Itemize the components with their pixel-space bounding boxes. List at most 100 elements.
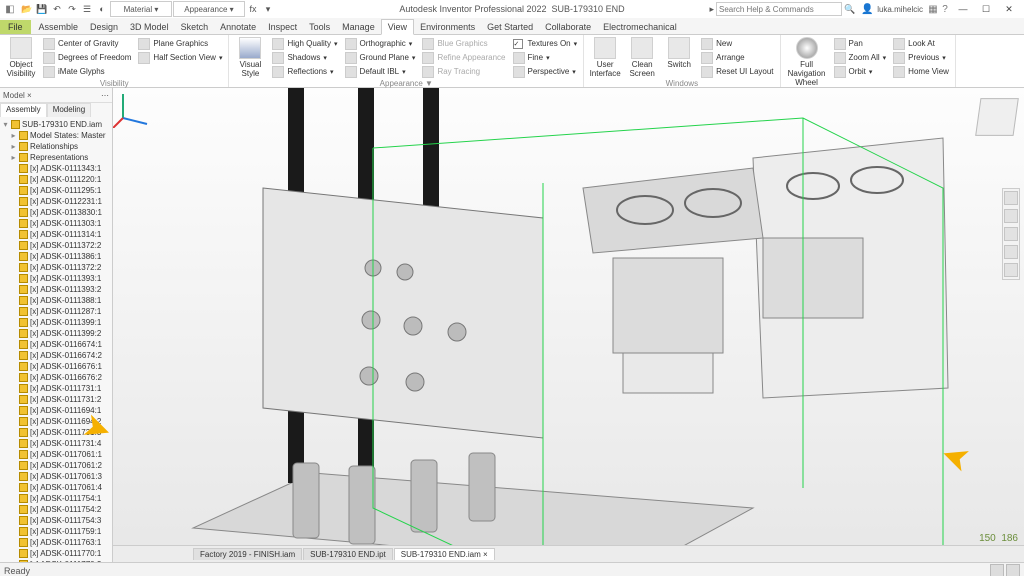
tree-node[interactable]: [x] ADSK-0111372:2 <box>2 262 110 273</box>
half-section-view-button[interactable]: Half Section View ▾ <box>136 51 224 64</box>
tab-view[interactable]: View <box>381 19 414 35</box>
center-of-gravity-toggle[interactable]: Center of Gravity <box>41 37 133 50</box>
browser-menu-icon[interactable]: ⋯ <box>101 91 109 100</box>
plane-graphics-toggle[interactable]: Plane Graphics <box>136 37 224 50</box>
full-navigation-wheel-button[interactable]: Full Navigation Wheel <box>785 37 829 87</box>
tree-node[interactable]: [x] ADSK-0111754:2 <box>2 504 110 515</box>
viewport[interactable]: ➤ ➤ 150 186 Factory 2019 - FINISH.iam SU… <box>113 88 1024 562</box>
tab-manage[interactable]: Manage <box>336 20 381 34</box>
tree-node[interactable]: ▾SUB-179310 END.iam <box>2 119 110 130</box>
nav-lookat-icon[interactable] <box>1004 263 1018 277</box>
degrees-of-freedom-toggle[interactable]: Degrees of Freedom <box>41 51 133 64</box>
doc-tab[interactable]: SUB-179310 END.ipt <box>303 548 393 560</box>
qat-open-icon[interactable]: 📂 <box>20 2 34 16</box>
tab-getstarted[interactable]: Get Started <box>481 20 539 34</box>
tree-node[interactable]: [x] ADSK-0111393:1 <box>2 273 110 284</box>
nav-wheel-icon[interactable] <box>1004 191 1018 205</box>
tree-node[interactable]: [x] ADSK-0116676:1 <box>2 361 110 372</box>
textures-on-dd[interactable]: Textures On ▾ <box>511 37 580 50</box>
tree-node[interactable]: [x] ADSK-0111287:1 <box>2 306 110 317</box>
previous-view-btn[interactable]: Previous ▾ <box>891 51 951 64</box>
high-quality-dd[interactable]: High Quality ▾ <box>270 37 339 50</box>
look-at-btn[interactable]: Look At <box>891 37 951 50</box>
view-cube[interactable] <box>974 94 1018 138</box>
fine-dd[interactable]: Fine ▾ <box>511 51 580 64</box>
tree-node[interactable]: [x] ADSK-0111770:1 <box>2 548 110 559</box>
tab-inspect[interactable]: Inspect <box>262 20 303 34</box>
shadows-dd[interactable]: Shadows ▾ <box>270 51 339 64</box>
doc-tab[interactable]: SUB-179310 END.iam × <box>394 548 495 560</box>
tree-node[interactable]: ▸Model States: Master <box>2 130 110 141</box>
orbit-btn[interactable]: Orbit ▾ <box>832 65 889 78</box>
reset-ui-layout-btn[interactable]: Reset UI Layout <box>699 65 775 78</box>
tab-collaborate[interactable]: Collaborate <box>539 20 597 34</box>
tree-node[interactable]: [x] ADSK-0111399:1 <box>2 317 110 328</box>
browser-tab-assembly[interactable]: Assembly <box>0 103 47 117</box>
imate-glyphs-toggle[interactable]: iMate Glyphs <box>41 65 133 78</box>
user-interface-button[interactable]: User Interface <box>588 37 622 78</box>
nav-pan-icon[interactable] <box>1004 209 1018 223</box>
object-visibility-button[interactable]: Object Visibility <box>4 37 38 78</box>
tree-node[interactable]: [x] ADSK-0111763:1 <box>2 537 110 548</box>
nav-zoom-icon[interactable] <box>1004 227 1018 241</box>
qat-material-icon[interactable]: ◐ <box>95 2 109 16</box>
minimize-button[interactable]: — <box>952 2 974 16</box>
tab-sketch[interactable]: Sketch <box>175 20 215 34</box>
qat-appearance-icon[interactable]: Appearance ▾ <box>173 1 245 17</box>
tab-environments[interactable]: Environments <box>414 20 481 34</box>
tree-node[interactable]: ▸Representations <box>2 152 110 163</box>
ray-tracing-btn[interactable]: Ray Tracing <box>420 65 507 78</box>
signin-icon[interactable]: 👤 <box>861 3 873 15</box>
tree-node[interactable]: [x] ADSK-0117061:1 <box>2 449 110 460</box>
new-window-btn[interactable]: New <box>699 37 775 50</box>
tree-node[interactable]: [x] ADSK-0116674:2 <box>2 350 110 361</box>
browser-tab-modeling[interactable]: Modeling <box>47 103 91 117</box>
tree-node[interactable]: [x] ADSK-0111386:1 <box>2 251 110 262</box>
ground-plane-dd[interactable]: Ground Plane ▾ <box>343 51 418 64</box>
tab-file[interactable]: File <box>0 20 31 34</box>
default-ibl-dd[interactable]: Default IBL ▾ <box>343 65 418 78</box>
switch-button[interactable]: Switch <box>662 37 696 69</box>
tab-electromechanical[interactable]: Electromechanical <box>597 20 683 34</box>
qat-select-icon[interactable]: ☰ <box>80 2 94 16</box>
tree-node[interactable]: [x] ADSK-0111770:2 <box>2 559 110 562</box>
tree-node[interactable]: [x] ADSK-0111303:1 <box>2 218 110 229</box>
qat-fx-icon[interactable]: fx <box>246 2 260 16</box>
clean-screen-button[interactable]: Clean Screen <box>625 37 659 78</box>
search-go-icon[interactable]: 🔍 <box>844 4 855 15</box>
close-button[interactable]: ✕ <box>998 2 1020 16</box>
perspective-dd[interactable]: Perspective ▾ <box>511 65 580 78</box>
app-switch-icon[interactable]: ▦ <box>927 3 939 15</box>
tab-annotate[interactable]: Annotate <box>214 20 262 34</box>
browser-header[interactable]: Model ×⋯ <box>0 88 112 103</box>
orthographic-dd[interactable]: Orthographic ▾ <box>343 37 418 50</box>
tree-node[interactable]: [x] ADSK-0111295:1 <box>2 185 110 196</box>
refine-appearance-btn[interactable]: Refine Appearance <box>420 51 507 64</box>
qat-undo-icon[interactable]: ↶ <box>50 2 64 16</box>
qat-redo-icon[interactable]: ↷ <box>65 2 79 16</box>
help-icon[interactable]: ? <box>939 3 951 15</box>
tree-node[interactable]: [x] ADSK-0116676:2 <box>2 372 110 383</box>
tree-node[interactable]: [x] ADSK-0112231:1 <box>2 196 110 207</box>
model-tree[interactable]: ▾SUB-179310 END.iam▸Model States: Master… <box>0 117 112 562</box>
qat-save-icon[interactable]: 💾 <box>35 2 49 16</box>
tab-assemble[interactable]: Assemble <box>33 20 85 34</box>
tab-3dmodel[interactable]: 3D Model <box>124 20 175 34</box>
search-input[interactable] <box>716 2 842 16</box>
qat-more-icon[interactable]: ▾ <box>261 2 275 16</box>
tree-node[interactable]: [x] ADSK-0111372:2 <box>2 240 110 251</box>
tree-node[interactable]: [x] ADSK-0111388:1 <box>2 295 110 306</box>
home-view-btn[interactable]: Home View <box>891 65 951 78</box>
status-icon[interactable] <box>1006 564 1020 576</box>
tab-design[interactable]: Design <box>84 20 124 34</box>
maximize-button[interactable]: ☐ <box>975 2 997 16</box>
nav-orbit-icon[interactable] <box>1004 245 1018 259</box>
tree-node[interactable]: ▸Relationships <box>2 141 110 152</box>
zoom-all-btn[interactable]: Zoom All ▾ <box>832 51 889 64</box>
tree-node[interactable]: [x] ADSK-0111731:1 <box>2 383 110 394</box>
tree-node[interactable]: [x] ADSK-0117061:2 <box>2 460 110 471</box>
tree-node[interactable]: [x] ADSK-0113830:1 <box>2 207 110 218</box>
status-icon[interactable] <box>990 564 1004 576</box>
tree-node[interactable]: [x] ADSK-0117061:4 <box>2 482 110 493</box>
visual-style-button[interactable]: Visual Style <box>233 37 267 78</box>
